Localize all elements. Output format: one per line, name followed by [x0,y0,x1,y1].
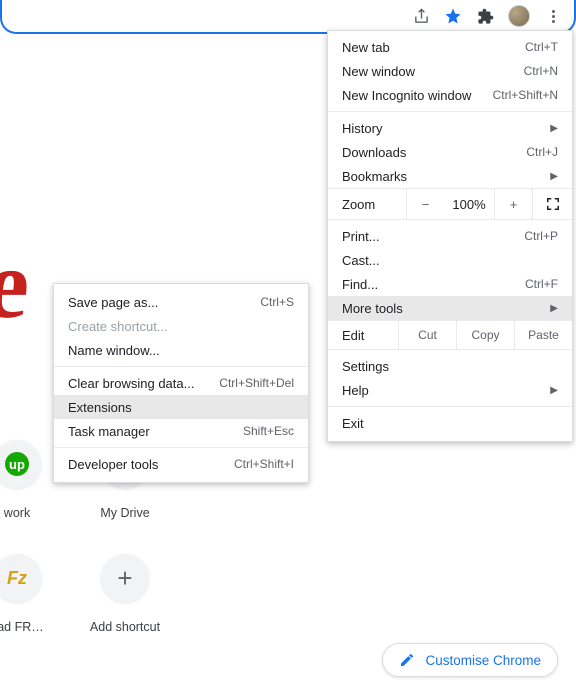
customise-chrome-button[interactable]: Customise Chrome [382,643,558,677]
menu-exit[interactable]: Exit [328,411,572,435]
submenu-name-window[interactable]: Name window... [54,338,308,362]
submenu-clear-browsing-data[interactable]: Clear browsing data...Ctrl+Shift+Del [54,371,308,395]
upwork-icon: up [5,452,29,476]
shortcut-icon-circle: Fz [0,554,41,602]
customise-label: Customise Chrome [425,653,541,668]
submenu-extensions[interactable]: Extensions [54,395,308,419]
filezilla-icon: Fz [7,568,27,589]
fullscreen-button[interactable] [532,189,572,219]
menu-history[interactable]: History▶ [328,116,572,140]
add-icon-circle: + [101,554,149,602]
shortcut-tile[interactable]: Fz oad FR… [0,554,62,634]
shortcut-label: My Drive [100,506,149,520]
kebab-menu-icon[interactable] [544,7,562,25]
submenu-create-shortcut[interactable]: Create shortcut... [54,314,308,338]
menu-new-tab[interactable]: New tabCtrl+T [328,35,572,59]
menu-separator [54,447,308,448]
shortcut-label: Add shortcut [90,620,160,634]
zoom-value: 100% [444,197,494,212]
menu-separator [328,406,572,407]
menu-zoom-row: Zoom − 100% + [328,188,572,220]
menu-find[interactable]: Find...Ctrl+F [328,272,572,296]
menu-downloads[interactable]: DownloadsCtrl+J [328,140,572,164]
menu-more-tools[interactable]: More tools▶ [328,296,572,320]
shortcut-icon-circle: up [0,440,41,488]
menu-separator [328,111,572,112]
logo-letter: e [0,246,34,324]
menu-cast[interactable]: Cast... [328,248,572,272]
chrome-main-menu: New tabCtrl+T New windowCtrl+N New Incog… [327,30,573,442]
more-tools-submenu: Save page as...Ctrl+S Create shortcut...… [53,283,309,483]
extensions-icon[interactable] [476,7,494,25]
edit-label: Edit [328,321,398,349]
browser-toolbar [0,0,576,34]
chevron-right-icon: ▶ [550,303,558,314]
cut-button[interactable]: Cut [398,321,456,349]
chevron-right-icon: ▶ [550,385,558,396]
share-icon[interactable] [412,7,430,25]
shortcut-label: oad FR… [0,620,44,634]
submenu-task-manager[interactable]: Task managerShift+Esc [54,419,308,443]
submenu-save-page[interactable]: Save page as...Ctrl+S [54,290,308,314]
submenu-developer-tools[interactable]: Developer toolsCtrl+Shift+I [54,452,308,476]
plus-icon: + [117,563,132,594]
chevron-right-icon: ▶ [550,171,558,182]
shortcuts-row-2: Fz oad FR… + Add shortcut [0,554,172,634]
zoom-out-button[interactable]: − [406,189,444,219]
menu-new-incognito[interactable]: New Incognito windowCtrl+Shift+N [328,83,572,107]
zoom-in-button[interactable]: + [494,189,532,219]
menu-help[interactable]: Help▶ [328,378,572,402]
add-shortcut-tile[interactable]: + Add shortcut [80,554,170,634]
menu-settings[interactable]: Settings [328,354,572,378]
copy-button[interactable]: Copy [456,321,514,349]
menu-print[interactable]: Print...Ctrl+P [328,224,572,248]
shortcut-label: work [4,506,30,520]
zoom-label: Zoom [328,197,406,212]
menu-new-window[interactable]: New windowCtrl+N [328,59,572,83]
chevron-right-icon: ▶ [550,123,558,134]
star-icon[interactable] [444,7,462,25]
menu-edit-row: Edit Cut Copy Paste [328,320,572,350]
avatar[interactable] [508,5,530,27]
pencil-icon [399,652,415,668]
menu-bookmarks[interactable]: Bookmarks▶ [328,164,572,188]
paste-button[interactable]: Paste [514,321,572,349]
menu-separator [54,366,308,367]
